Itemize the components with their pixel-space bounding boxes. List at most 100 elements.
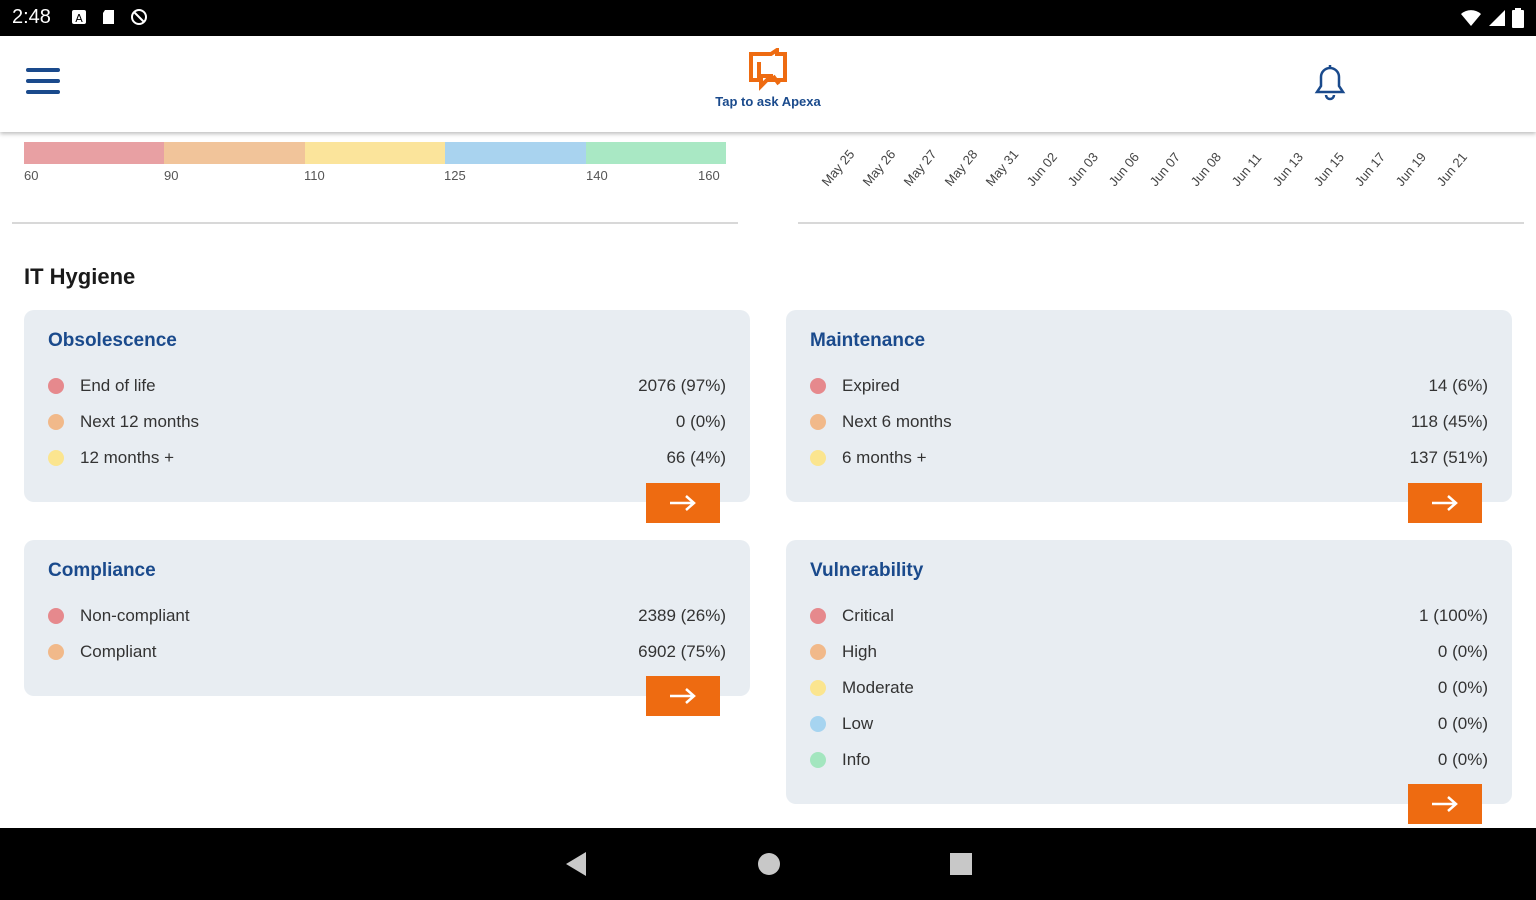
card-row: Compliant 6902 (75%) [48, 640, 726, 664]
compliance-card: Compliance Non-compliant 2389 (26%) Comp… [24, 540, 750, 696]
compliance-details-button[interactable] [646, 676, 720, 716]
date-tick: May 31 [982, 146, 1022, 189]
card-title: Obsolescence [48, 330, 177, 351]
card-row: Critical 1 (100%) [810, 604, 1488, 628]
status-dot-blue [810, 716, 826, 732]
section-divider-left [12, 222, 738, 224]
row-label: 6 months + [842, 448, 927, 467]
card-row: 6 months + 137 (51%) [810, 446, 1488, 470]
arrow-right-icon [670, 688, 696, 704]
row-label: Expired [842, 376, 900, 395]
status-dot-orange [810, 414, 826, 430]
row-label: 12 months + [80, 448, 175, 467]
gauge-tick: 140 [586, 168, 608, 183]
status-notification-icons: A [70, 8, 148, 26]
row-value: 14 (6%) [1428, 376, 1488, 395]
gauge-segment-2 [164, 142, 305, 164]
card-title: Vulnerability [810, 560, 924, 581]
obsolescence-card: Obsolescence End of life 2076 (97%) Next… [24, 310, 750, 502]
row-label: Low [842, 714, 874, 733]
row-value: 6902 (75%) [638, 642, 726, 661]
cellular-signal-icon [1489, 10, 1505, 26]
row-value: 2389 (26%) [638, 606, 726, 625]
row-value: 2076 (97%) [638, 376, 726, 395]
row-label: Compliant [80, 642, 157, 661]
row-label: End of life [80, 376, 156, 395]
dashboard-content[interactable]: 60 90 110 125 140 160 May 25 May 26 May … [0, 132, 1536, 828]
card-title: Compliance [48, 560, 156, 581]
row-value: 137 (51%) [1409, 448, 1488, 467]
row-value: 0 (0%) [1437, 642, 1488, 661]
gauge-ticks: 60 90 110 125 140 160 [24, 168, 726, 186]
date-tick: Jun 17 [1351, 149, 1389, 189]
gauge-segment-4 [445, 142, 586, 164]
date-tick: Jun 13 [1269, 149, 1307, 189]
arrow-right-icon [1432, 495, 1458, 511]
notifications-button[interactable] [1312, 64, 1348, 102]
status-dot-yellow [810, 450, 826, 466]
date-tick: May 26 [859, 146, 899, 189]
card-row: Expired 14 (6%) [810, 374, 1488, 398]
date-tick: May 28 [941, 146, 981, 189]
status-dot-red [810, 608, 826, 624]
card-row: End of life 2076 (97%) [48, 374, 726, 398]
home-icon[interactable] [756, 850, 782, 878]
date-tick: Jun 03 [1064, 149, 1102, 189]
card-row: 12 months + 66 (4%) [48, 446, 726, 470]
maintenance-details-button[interactable] [1408, 483, 1482, 523]
date-tick: Jun 08 [1187, 149, 1225, 189]
status-dot-orange [48, 414, 64, 430]
date-tick: Jun 19 [1392, 149, 1430, 189]
row-label: Moderate [842, 678, 914, 697]
status-dot-red [48, 608, 64, 624]
date-tick: Jun 02 [1023, 149, 1061, 189]
row-label: High [842, 642, 877, 661]
status-system-icons [1460, 8, 1524, 28]
status-bar: 2:48 A [0, 0, 1536, 36]
battery-icon [1512, 8, 1524, 28]
gauge-segment-3 [304, 142, 446, 164]
notification-a-icon: A [72, 10, 86, 25]
row-value: 0 (0%) [675, 412, 726, 431]
do-not-disturb-icon [131, 9, 147, 25]
wifi-icon [1461, 10, 1481, 26]
row-value: 118 (45%) [1410, 412, 1488, 431]
status-dot-yellow [48, 450, 64, 466]
maintenance-card: Maintenance Expired 14 (6%) Next 6 month… [786, 310, 1512, 502]
date-tick: May 25 [818, 146, 858, 189]
trend-chart-date-axis: May 25 May 26 May 27 May 28 May 31 Jun 0… [810, 132, 1490, 212]
menu-button[interactable] [26, 68, 60, 96]
card-row: Info 0 (0%) [810, 748, 1488, 772]
row-label: Non-compliant [80, 606, 190, 625]
status-dot-red [48, 378, 64, 394]
section-divider-right [798, 222, 1524, 224]
status-dot-yellow [810, 680, 826, 696]
section-title: IT Hygiene [24, 264, 136, 289]
date-tick: Jun 15 [1310, 149, 1348, 189]
card-row: High 0 (0%) [810, 640, 1488, 664]
system-nav-bar [0, 828, 1536, 900]
vulnerability-details-button[interactable] [1408, 784, 1482, 824]
status-dot-orange [810, 644, 826, 660]
row-label: Info [842, 750, 871, 769]
card-row: Moderate 0 (0%) [810, 676, 1488, 700]
row-value: 0 (0%) [1437, 714, 1488, 733]
obsolescence-details-button[interactable] [646, 483, 720, 523]
app-header: Tap to ask Apexa [0, 36, 1536, 132]
date-tick: Jun 07 [1146, 149, 1184, 189]
card-row: Low 0 (0%) [810, 712, 1488, 736]
gauge-segment-5 [585, 142, 727, 164]
ask-apexa-button[interactable]: Tap to ask Apexa [690, 48, 846, 124]
svg-text:A: A [75, 12, 83, 25]
gauge-tick: 110 [304, 168, 325, 183]
date-tick: May 27 [900, 146, 940, 189]
row-value: 0 (0%) [1437, 678, 1488, 697]
arrow-right-icon [670, 495, 696, 511]
menu-icon [26, 68, 60, 72]
row-value: 1 (100%) [1419, 606, 1488, 625]
status-time: 2:48 [12, 6, 51, 28]
card-title: Maintenance [810, 330, 926, 351]
sd-card-icon [103, 10, 114, 24]
recents-icon[interactable] [948, 850, 974, 878]
back-icon[interactable] [564, 850, 588, 878]
